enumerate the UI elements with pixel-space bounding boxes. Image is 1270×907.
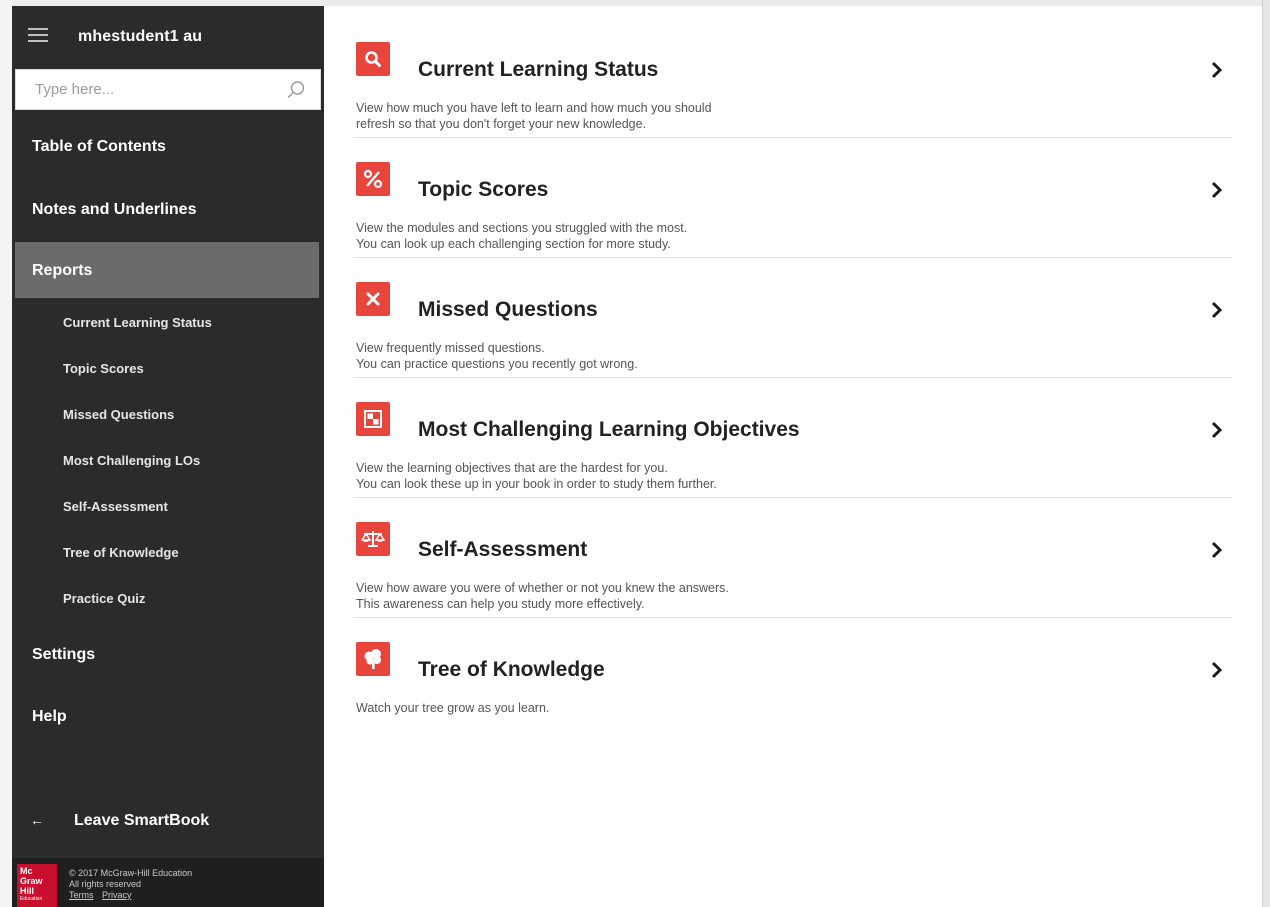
sidebar-header: mhestudent1 au xyxy=(12,6,324,64)
report-description: View how much you have left to learn and… xyxy=(356,101,712,131)
report-title: Current Learning Status xyxy=(418,58,659,81)
back-arrow-icon: ← xyxy=(30,812,44,828)
report-missed-questions[interactable]: Missed Questions View frequently missed … xyxy=(354,258,1232,378)
chevron-right-icon[interactable] xyxy=(1210,540,1224,560)
nav-table-of-contents[interactable]: Table of Contents xyxy=(32,138,166,156)
chevron-right-icon[interactable] xyxy=(1210,420,1224,440)
rights-text: All rights reserved xyxy=(69,879,142,889)
window-frame-right xyxy=(1262,0,1270,907)
reports-panel: Current Learning Status View how much yo… xyxy=(324,6,1262,907)
x-icon xyxy=(356,282,390,316)
sidebar-item-tree-of-knowledge[interactable]: Tree of Knowledge xyxy=(63,545,179,560)
nav-notes-and-underlines[interactable]: Notes and Underlines xyxy=(32,201,196,219)
report-description: View the modules and sections you strugg… xyxy=(356,221,688,251)
nav-reports-label: Reports xyxy=(32,262,93,279)
copyright-text: © 2017 McGraw-Hill Education xyxy=(69,868,193,878)
hamburger-menu-icon[interactable] xyxy=(28,28,48,42)
mcgraw-hill-logo: Mc Graw Hill Education xyxy=(17,864,57,907)
report-title: Most Challenging Learning Objectives xyxy=(418,418,800,441)
privacy-link[interactable]: Privacy xyxy=(102,890,132,900)
report-title: Topic Scores xyxy=(418,178,549,201)
sidebar-item-missed-questions[interactable]: Missed Questions xyxy=(63,407,174,422)
footer-legal: © 2017 McGraw-Hill Education All rights … xyxy=(69,868,192,901)
objectives-icon xyxy=(356,402,390,436)
leave-smartbook-button[interactable]: ← Leave SmartBook xyxy=(12,802,324,842)
report-title: Self-Assessment xyxy=(418,538,588,561)
username: mhestudent1 au xyxy=(78,28,203,45)
sidebar-item-topic-scores[interactable]: Topic Scores xyxy=(63,361,144,376)
percent-icon xyxy=(356,162,390,196)
report-tree-of-knowledge[interactable]: Tree of Knowledge Watch your tree grow a… xyxy=(354,618,1232,738)
nav-reports[interactable]: Reports xyxy=(15,242,319,298)
sidebar-footer: Mc Graw Hill Education © 2017 McGraw-Hil… xyxy=(12,858,324,907)
nav-help[interactable]: Help xyxy=(32,708,67,726)
sidebar-item-most-challenging-los[interactable]: Most Challenging LOs xyxy=(63,453,200,468)
chevron-right-icon[interactable] xyxy=(1210,60,1224,80)
report-topic-scores[interactable]: Topic Scores View the modules and sectio… xyxy=(354,138,1232,258)
sidebar-item-current-learning-status[interactable]: Current Learning Status xyxy=(63,315,212,330)
report-description: View the learning objectives that are th… xyxy=(356,461,717,491)
scale-icon xyxy=(356,522,390,556)
chevron-right-icon[interactable] xyxy=(1210,300,1224,320)
report-description: Watch your tree grow as you learn. xyxy=(356,701,550,715)
report-description: View how aware you were of whether or no… xyxy=(356,581,729,611)
report-title: Missed Questions xyxy=(418,298,598,321)
leave-smartbook-label: Leave SmartBook xyxy=(74,812,210,829)
sidebar-item-self-assessment[interactable]: Self-Assessment xyxy=(63,499,168,514)
tree-icon xyxy=(356,642,390,676)
magnifier-icon xyxy=(356,42,390,76)
sidebar: mhestudent1 au Table of Contents Notes a… xyxy=(12,6,324,907)
terms-link[interactable]: Terms xyxy=(69,890,94,900)
search-icon[interactable] xyxy=(286,80,306,100)
chevron-right-icon[interactable] xyxy=(1210,660,1224,680)
search-box xyxy=(15,69,321,110)
report-self-assessment[interactable]: Self-Assessment View how aware you were … xyxy=(354,498,1232,618)
report-most-challenging-learning-objectives[interactable]: Most Challenging Learning Objectives Vie… xyxy=(354,378,1232,498)
nav-settings[interactable]: Settings xyxy=(32,646,95,664)
window-frame-left xyxy=(0,0,12,907)
sidebar-item-practice-quiz[interactable]: Practice Quiz xyxy=(63,591,145,606)
chevron-right-icon[interactable] xyxy=(1210,180,1224,200)
report-current-learning-status[interactable]: Current Learning Status View how much yo… xyxy=(354,18,1232,138)
search-input[interactable] xyxy=(16,70,276,109)
report-description: View frequently missed questions. You ca… xyxy=(356,341,638,371)
report-title: Tree of Knowledge xyxy=(418,658,605,681)
